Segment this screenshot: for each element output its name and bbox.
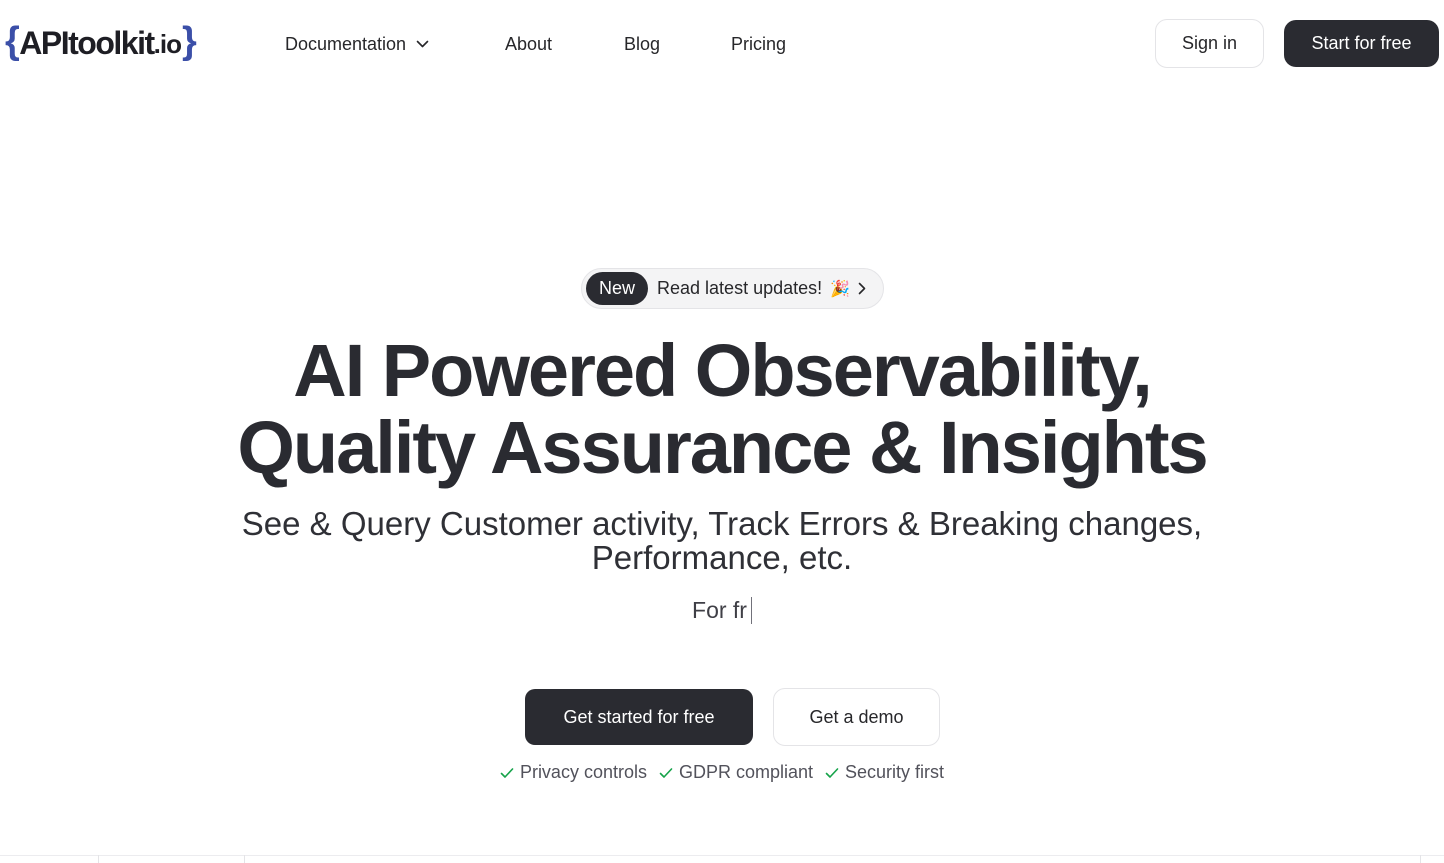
hero-subheadline-line-1: See & Query Customer activity, Track Err… (241, 505, 1203, 542)
hero-headline-line-1: AI Powered Observability, (293, 329, 1152, 412)
hero-headline-line-2: Quality Assurance & Insights (237, 406, 1208, 489)
nav-documentation-label: Documentation (285, 34, 407, 54)
nav-pricing-label: Pricing (731, 34, 787, 54)
divider-tick (1420, 855, 1421, 863)
nav-about[interactable]: About (505, 30, 552, 58)
typing-text-value: For fr (692, 597, 747, 623)
logo-name: APItoolkit (19, 24, 155, 61)
typing-caret (750, 597, 752, 624)
logo-brace-right: } (181, 20, 197, 62)
hero-subheadline: See & Query Customer activity, Track Err… (0, 507, 1444, 575)
check-icon (825, 767, 839, 779)
section-divider (0, 855, 1444, 863)
feature-item: GDPR compliant (659, 762, 813, 783)
feature-label: GDPR compliant (678, 762, 814, 782)
party-popper-icon: 🎉 (830, 280, 851, 298)
nav-blog[interactable]: Blog (624, 30, 660, 58)
feature-label: Security first (845, 762, 945, 782)
feature-label: Privacy controls (519, 762, 647, 782)
hero-headline: AI Powered Observability, Quality Assura… (0, 332, 1444, 486)
sign-in-button[interactable]: Sign in (1155, 19, 1264, 68)
chevron-down-icon (416, 40, 429, 48)
chevron-right-icon (858, 282, 866, 295)
divider-tick (98, 855, 99, 863)
divider-tick (244, 855, 245, 863)
site-header: { APItoolkit .io } Documentation About B… (0, 0, 1444, 88)
updates-pill[interactable]: New Read latest updates! 🎉 (581, 268, 884, 309)
nav-documentation[interactable]: Documentation (285, 30, 429, 58)
check-icon (659, 767, 673, 779)
typing-text: For fr (0, 597, 1444, 624)
check-icon (500, 767, 514, 779)
logo-brace-left: { (5, 20, 20, 62)
feature-list: Privacy controls GDPR compliant Security… (0, 762, 1444, 783)
updates-pill-text: Read latest updates! (657, 278, 823, 298)
nav-about-label: About (505, 34, 553, 54)
get-demo-button[interactable]: Get a demo (773, 688, 940, 746)
apitoolkit-logo[interactable]: { APItoolkit .io } (5, 20, 197, 64)
hero-subheadline-line-2: Performance, etc. (591, 539, 853, 576)
logo-suffix: .io (153, 29, 182, 59)
nav-pricing[interactable]: Pricing (731, 30, 786, 58)
get-started-button[interactable]: Get started for free (525, 689, 753, 745)
start-for-free-button[interactable]: Start for free (1284, 20, 1439, 67)
feature-item: Security first (825, 762, 944, 783)
new-badge: New (586, 272, 649, 305)
feature-item: Privacy controls (500, 762, 647, 783)
nav-blog-label: Blog (624, 34, 661, 54)
